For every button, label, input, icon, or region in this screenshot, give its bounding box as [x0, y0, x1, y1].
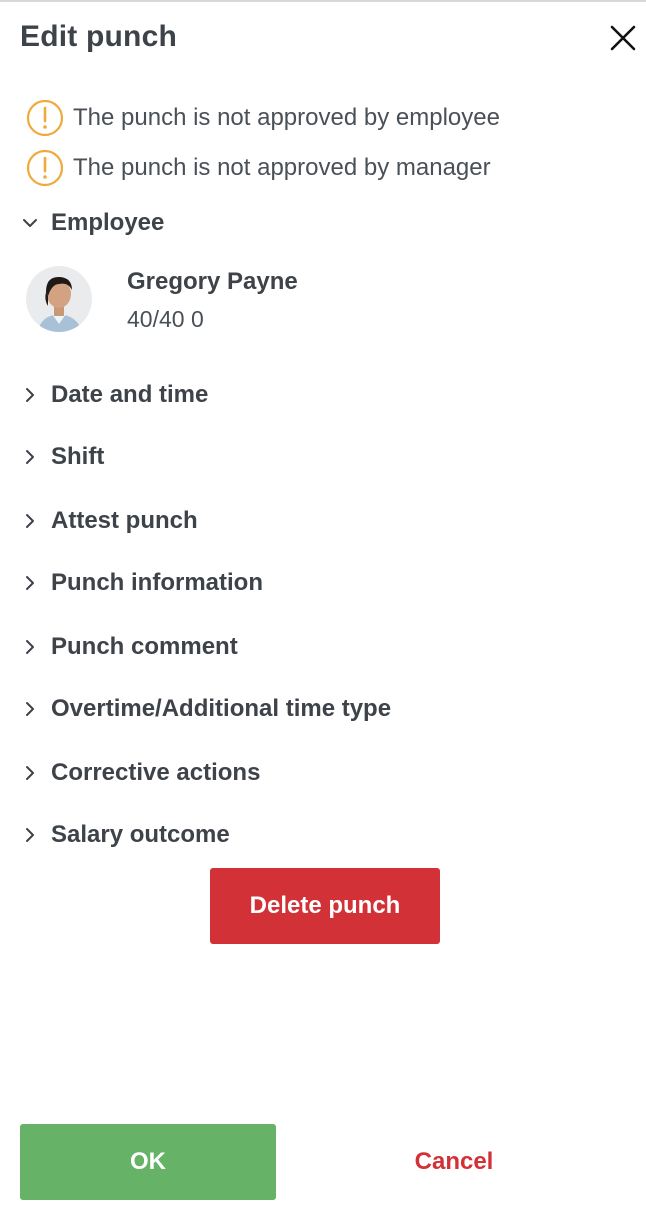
chevron-right-icon	[26, 640, 34, 654]
warning-text: The punch is not approved by manager	[73, 154, 491, 181]
section-label: Corrective actions	[51, 759, 261, 786]
cancel-button[interactable]: Cancel	[354, 1124, 554, 1200]
section-label: Employee	[51, 209, 165, 236]
section-shift[interactable]: Shift	[20, 437, 620, 477]
section-employee[interactable]: Employee	[20, 203, 620, 243]
top-divider	[0, 0, 646, 2]
section-label: Salary outcome	[51, 821, 230, 848]
section-punch-comment[interactable]: Punch comment	[20, 627, 620, 667]
warning-text: The punch is not approved by employee	[73, 104, 500, 131]
chevron-right-icon	[26, 828, 34, 842]
section-punch-information[interactable]: Punch information	[20, 563, 620, 603]
chevron-right-icon	[26, 514, 34, 528]
warning-icon	[26, 99, 64, 137]
chevron-right-icon	[26, 766, 34, 780]
avatar	[26, 266, 92, 332]
warning-icon	[26, 149, 64, 187]
dialog-title: Edit punch	[20, 20, 177, 53]
section-label: Punch comment	[51, 633, 238, 660]
section-label: Overtime/Additional time type	[51, 695, 392, 722]
section-date-and-time[interactable]: Date and time	[20, 375, 620, 415]
chevron-down-icon	[23, 219, 37, 227]
chevron-right-icon	[26, 576, 34, 590]
section-label: Shift	[51, 443, 105, 470]
section-label: Punch information	[51, 569, 263, 596]
section-label: Date and time	[51, 381, 209, 408]
close-button[interactable]	[606, 20, 640, 54]
section-overtime-additional-time-type[interactable]: Overtime/Additional time type	[20, 689, 620, 729]
employee-hours: 40/40 0	[127, 306, 204, 332]
warning-not-approved-manager: The punch is not approved by manager	[26, 149, 491, 187]
chevron-right-icon	[26, 702, 34, 716]
close-icon	[610, 25, 636, 51]
chevron-right-icon	[26, 450, 34, 464]
chevron-right-icon	[26, 388, 34, 402]
section-salary-outcome[interactable]: Salary outcome	[20, 815, 620, 855]
section-attest-punch[interactable]: Attest punch	[20, 501, 620, 541]
ok-button[interactable]: OK	[20, 1124, 276, 1200]
section-corrective-actions[interactable]: Corrective actions	[20, 753, 620, 793]
delete-punch-button[interactable]: Delete punch	[210, 868, 440, 944]
employee-name: Gregory Payne	[127, 268, 298, 295]
warning-not-approved-employee: The punch is not approved by employee	[26, 99, 500, 137]
section-label: Attest punch	[51, 507, 198, 534]
